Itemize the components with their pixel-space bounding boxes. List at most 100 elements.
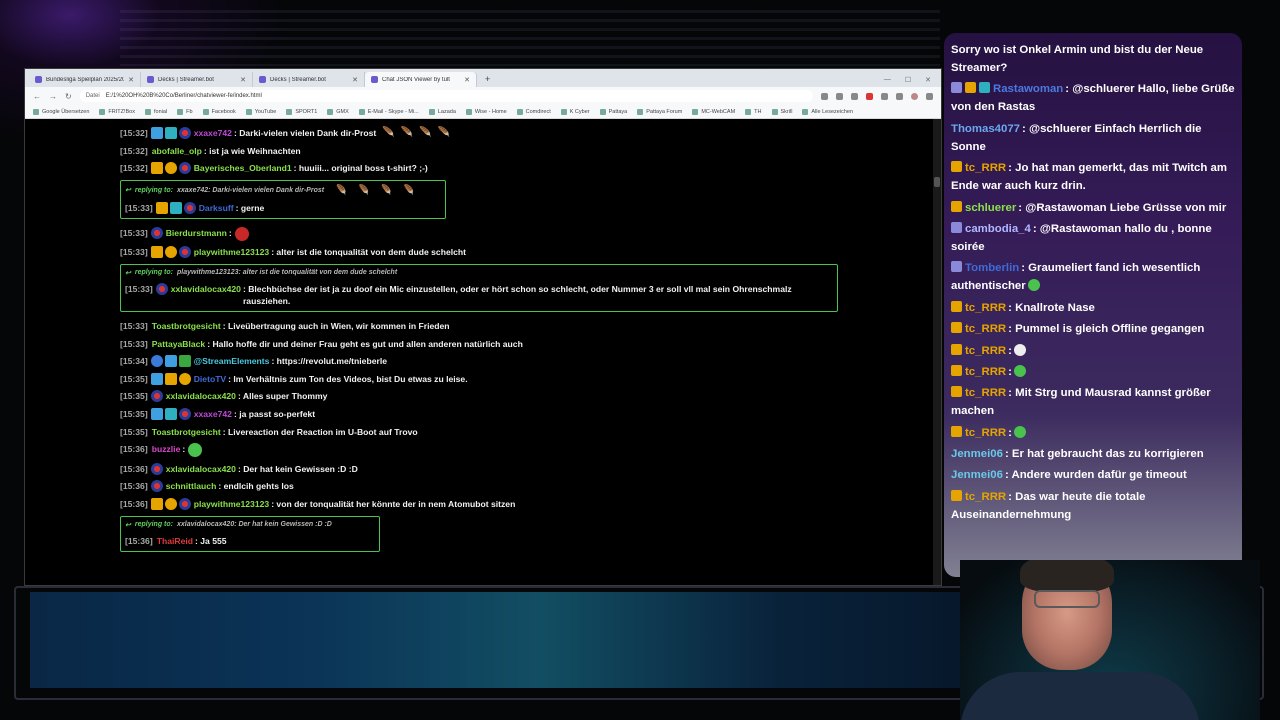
tab-4[interactable]: Chat JSON Viewer by tult ✕ bbox=[365, 72, 477, 87]
message-username[interactable]: playwithme123123 bbox=[194, 246, 269, 258]
message-username[interactable]: abofalle_olp bbox=[152, 145, 202, 157]
sword-badge-icon bbox=[150, 407, 163, 420]
download-icon[interactable] bbox=[896, 92, 903, 100]
flag-badge-icon bbox=[178, 246, 191, 259]
back-icon[interactable]: ← bbox=[33, 92, 41, 101]
sword-badge-icon bbox=[150, 127, 163, 139]
profile-avatar[interactable] bbox=[911, 92, 918, 100]
message-username[interactable]: Bierdurstmann bbox=[166, 227, 227, 239]
tab-2[interactable]: Decks | Streamer.bot ✕ bbox=[141, 72, 253, 87]
feather-emote-icon: 🪶 bbox=[334, 184, 347, 196]
menu-icon[interactable] bbox=[926, 92, 933, 100]
overlay-username: tc_RRR bbox=[965, 426, 1007, 439]
chat-message: [15:33] xxlavidalocax420: Blechbüchse der… bbox=[125, 282, 831, 307]
bookmark-item[interactable]: MC-WebCAM bbox=[692, 108, 735, 115]
bookmark-label: Pattaya Forum bbox=[646, 108, 683, 115]
bookmark-item[interactable]: SPORT1 bbox=[286, 108, 318, 115]
overlay-text: : Pummel is gleich Offline gegangen bbox=[1008, 323, 1205, 336]
feather-emote-icon: 🪶 bbox=[437, 127, 451, 138]
message-username[interactable]: Darksuff bbox=[199, 202, 234, 214]
tab-favicon-icon bbox=[35, 76, 42, 83]
sword-badge-icon bbox=[164, 355, 177, 368]
url-field[interactable]: Datei E:/1%20OH%20B%20Co/Berliner/chatvi… bbox=[79, 90, 813, 102]
message-timestamp: [15:36] bbox=[125, 535, 153, 546]
tab-3[interactable]: Decks | Streamer.bot ✕ bbox=[253, 72, 365, 87]
chat-scrollbar[interactable] bbox=[933, 119, 941, 585]
bookmark-item[interactable]: Wise - Home bbox=[465, 108, 507, 115]
bookmark-item[interactable]: Alle Lesezeichen bbox=[802, 108, 853, 115]
message-username[interactable]: DietoTV bbox=[194, 373, 226, 385]
forward-icon[interactable]: → bbox=[49, 92, 57, 101]
overlay-text: : Andere wurden dafür ge timeout bbox=[1004, 469, 1187, 482]
bookmark-favicon-icon bbox=[202, 108, 209, 115]
extension-icon[interactable] bbox=[881, 92, 888, 100]
flag-badge-icon bbox=[178, 127, 191, 139]
chat-message: [15:33] playwithme123123: alter ist die t… bbox=[120, 246, 935, 259]
scrollbar-thumb[interactable] bbox=[934, 177, 940, 187]
bookmark-item[interactable]: Lazada bbox=[428, 108, 456, 115]
message-username[interactable]: xxlavidalocax420 bbox=[166, 463, 236, 475]
reply-arrow-icon: ↩ bbox=[125, 269, 131, 277]
maximize-icon[interactable]: ☐ bbox=[905, 76, 911, 84]
tab-close-icon[interactable]: ✕ bbox=[352, 76, 358, 84]
chat-message: [15:35] xxlavidalocax420: Alles super Tho… bbox=[120, 390, 935, 403]
message-username[interactable]: buzzlie bbox=[152, 443, 181, 455]
bookmark-item[interactable]: Skrill bbox=[771, 108, 792, 115]
bookmark-item[interactable]: Facebook bbox=[202, 108, 236, 115]
bookmark-item[interactable]: Google Übersetzen bbox=[33, 108, 89, 115]
message-text: : bbox=[228, 227, 232, 238]
message-username[interactable]: schnittlauch bbox=[166, 480, 217, 492]
minimize-icon[interactable]: — bbox=[884, 76, 891, 83]
message-username[interactable]: xxaxe742 bbox=[194, 127, 232, 139]
bookmark-item[interactable]: TH bbox=[745, 108, 762, 115]
message-username[interactable]: xxlavidalocax420 bbox=[171, 283, 241, 295]
star-icon[interactable] bbox=[836, 92, 843, 100]
bookmark-favicon-icon bbox=[358, 108, 365, 115]
message-username[interactable]: Toastbrotgesicht bbox=[152, 320, 221, 332]
message-username[interactable]: Toastbrotgesicht bbox=[152, 426, 221, 438]
gold-coin-badge-icon bbox=[164, 162, 177, 175]
bookmark-item[interactable]: GMX bbox=[327, 108, 349, 115]
message-username[interactable]: ThaiReid bbox=[157, 535, 193, 547]
extension-icon[interactable] bbox=[851, 92, 858, 100]
bookmark-label: SPORT1 bbox=[295, 108, 318, 115]
overlay-text: Sorry wo ist Onkel Armin und bist du der… bbox=[951, 44, 1204, 74]
bookmark-item[interactable]: Pattaya Forum bbox=[637, 108, 683, 115]
chat-message: [15:33] Darksuff: gerne bbox=[125, 201, 439, 214]
tab-1[interactable]: Bundesliga Spielplan 2025/202... ✕ bbox=[29, 72, 141, 87]
bookmark-item[interactable]: YouTube bbox=[245, 108, 276, 115]
chat-message: [15:33] Toastbrotgesicht: Liveübertragung… bbox=[120, 320, 935, 332]
toolbar-tray bbox=[821, 92, 933, 100]
new-tab-button[interactable]: + bbox=[477, 72, 498, 87]
crown-badge-icon bbox=[951, 489, 962, 501]
overlay-text: : Er hat gebraucht das zu korrigieren bbox=[1004, 448, 1204, 461]
zoom-icon[interactable] bbox=[821, 92, 828, 100]
bookmark-item[interactable]: K Cyber bbox=[560, 108, 590, 115]
message-timestamp: [15:36] bbox=[120, 444, 148, 455]
message-username[interactable]: xxaxe742 bbox=[194, 408, 232, 420]
bookmark-item[interactable]: Comdirect bbox=[516, 108, 551, 115]
reload-icon[interactable]: ↻ bbox=[65, 92, 72, 101]
message-username[interactable]: Bayerisches_Oberland1 bbox=[194, 162, 292, 174]
tab-close-icon[interactable]: ✕ bbox=[240, 76, 246, 84]
bookmark-item[interactable]: Fb bbox=[177, 108, 193, 115]
crown-badge-icon bbox=[951, 386, 962, 398]
chat-message: [15:36] playwithme123123: von der tonqual… bbox=[120, 497, 935, 510]
bookmark-item[interactable]: Pattaya bbox=[599, 108, 627, 115]
reply-arrow-icon: ↩ bbox=[125, 187, 131, 195]
bookmark-item[interactable]: FRITZ!Box bbox=[99, 108, 135, 115]
bookmark-item[interactable]: fonial bbox=[144, 108, 167, 115]
tab-close-icon[interactable]: ✕ bbox=[128, 76, 134, 84]
message-username[interactable]: PattayaBlack bbox=[152, 338, 206, 350]
green-emote-icon bbox=[1013, 364, 1026, 377]
bookmark-item[interactable]: E-Mail - Skype - Mi... bbox=[358, 108, 419, 115]
tab-close-icon[interactable]: ✕ bbox=[464, 76, 470, 84]
close-window-icon[interactable]: ✕ bbox=[925, 76, 931, 84]
overlay-message: tc_RRR: Mit Strg und Mausrad kannst größ… bbox=[951, 384, 1236, 420]
message-username[interactable]: @StreamElements bbox=[194, 355, 270, 367]
message-username[interactable]: xxlavidalocax420 bbox=[166, 390, 236, 402]
tab-label: Chat JSON Viewer by tult bbox=[382, 76, 450, 83]
extension-red-icon[interactable] bbox=[866, 92, 873, 100]
overlay-text: : Knallrote Nase bbox=[1008, 301, 1095, 314]
message-username[interactable]: playwithme123123 bbox=[194, 498, 269, 510]
